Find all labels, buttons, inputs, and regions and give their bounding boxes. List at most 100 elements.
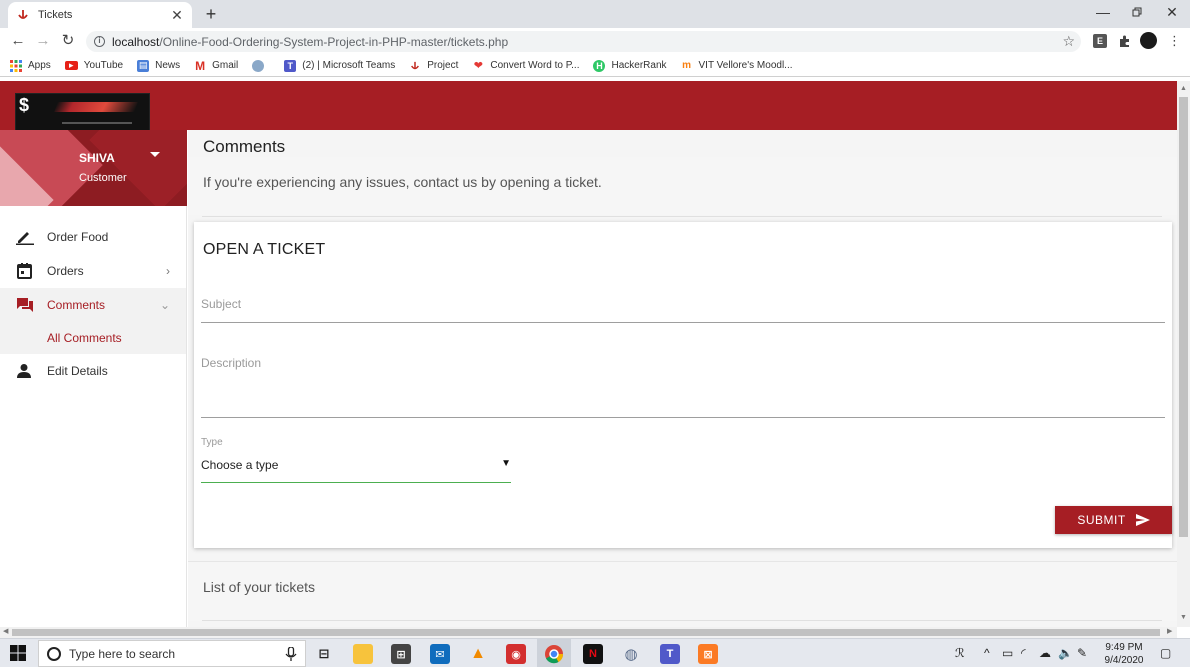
sidebar-item-label: All Comments <box>47 331 122 345</box>
bookmark-gmail[interactable]: M Gmail <box>194 59 238 73</box>
subject-input[interactable]: Subject <box>201 292 1165 323</box>
description-placeholder: Description <box>201 356 262 370</box>
url-path: /Online-Food-Ordering-System-Project-in-… <box>159 34 509 49</box>
youtube-icon: ▸ <box>64 60 78 70</box>
divider <box>202 216 1162 217</box>
type-select[interactable]: Choose a type ▼ <box>201 451 511 483</box>
user-profile-panel: SHIVA Customer <box>0 130 187 206</box>
app-header: $ <box>0 81 1177 131</box>
site-info-icon[interactable]: i <box>94 36 105 47</box>
file-explorer-icon[interactable] <box>353 644 373 664</box>
bookmark-hackerrank[interactable]: H HackerRank <box>593 59 667 72</box>
chrome-icon[interactable] <box>544 644 564 664</box>
scroll-up-icon[interactable]: ▲ <box>1180 85 1187 92</box>
submit-button[interactable]: SUBMIT <box>1055 506 1172 534</box>
sidebar-item-order-food[interactable]: Order Food <box>0 220 186 254</box>
sidebar: SHIVA Customer Order Food Orders › Comme… <box>0 130 187 627</box>
browser-menu-icon[interactable]: ⋮ <box>1168 34 1182 48</box>
subtitle-bar: If you're experiencing any issues, conta… <box>188 157 1177 215</box>
app-globe-icon[interactable]: ◍ <box>621 644 641 664</box>
taskbar-search-placeholder: Type here to search <box>69 646 176 661</box>
bookmark-teams[interactable]: T (2) | Microsoft Teams <box>284 59 395 72</box>
store-icon[interactable]: ⊞ <box>391 644 411 664</box>
bookmark-web[interactable] <box>252 59 270 72</box>
taskbar-search-input[interactable]: Type here to search <box>38 640 306 667</box>
web-icon <box>252 59 265 72</box>
restore-button[interactable] <box>1128 4 1146 22</box>
bookmark-apps[interactable]: Apps <box>10 59 51 72</box>
onedrive-cloud-icon[interactable]: ☁ <box>1039 646 1051 660</box>
extensions-puzzle-icon[interactable] <box>1118 34 1132 48</box>
windows-start-icon[interactable] <box>10 645 26 661</box>
browser-tab-bar: Tickets ✕ + — ✕ <box>0 0 1190 28</box>
tab-close-icon[interactable]: ✕ <box>170 7 184 24</box>
xampp-icon[interactable]: ⊠ <box>698 644 718 664</box>
page-subtitle: If you're experiencing any issues, conta… <box>203 174 602 190</box>
scroll-down-icon[interactable]: ▼ <box>1180 614 1187 621</box>
bookmark-star-icon[interactable]: ☆ <box>1062 33 1075 50</box>
dollar-logo-icon: $ <box>19 95 30 115</box>
whatsapp-icon[interactable]: ◉ <box>506 644 526 664</box>
show-hidden-icons-chevron-icon[interactable]: ^ <box>984 646 990 660</box>
clock-date: 9/4/2020 <box>1104 655 1144 666</box>
browser-tab[interactable]: Tickets ✕ <box>8 2 192 28</box>
bookmarks-bar: Apps ▸ YouTube ▤ News M Gmail T (2) | Mi… <box>0 55 1190 77</box>
close-window-button[interactable]: ✕ <box>1163 4 1181 22</box>
notifications-icon[interactable]: ▢ <box>1160 646 1171 660</box>
type-label: Type <box>201 437 223 448</box>
extension-e-icon[interactable]: E <box>1093 34 1107 48</box>
scrollbar-thumb[interactable] <box>1179 97 1188 537</box>
bookmark-convert[interactable]: ❤ Convert Word to P... <box>472 60 580 72</box>
comments-icon <box>16 297 34 313</box>
person-icon <box>16 363 34 379</box>
convert-icon: ❤ <box>473 60 483 72</box>
task-view-icon[interactable]: ⊟ <box>314 644 334 664</box>
sidebar-item-edit-details[interactable]: Edit Details <box>0 354 186 388</box>
address-bar[interactable]: i localhost/Online-Food-Ordering-System-… <box>86 31 1081 52</box>
bookmark-moodle[interactable]: m VIT Vellore's Moodl... <box>681 60 792 72</box>
mail-icon[interactable]: ✉ <box>430 644 450 664</box>
pen-icon[interactable]: ✎ <box>1077 646 1087 660</box>
calendar-icon <box>16 263 34 279</box>
news-icon: ▤ <box>137 59 150 72</box>
bookmark-news[interactable]: ▤ News <box>137 59 180 72</box>
profile-avatar[interactable] <box>1140 32 1157 49</box>
sidebar-item-label: Edit Details <box>47 364 108 378</box>
scroll-right-icon[interactable]: ▶ <box>1167 627 1172 635</box>
reload-icon[interactable]: ↻ <box>59 32 77 50</box>
sidebar-item-orders[interactable]: Orders › <box>0 254 186 288</box>
microphone-icon[interactable] <box>285 645 297 661</box>
vlc-icon[interactable]: ▲ <box>468 644 488 664</box>
hackerrank-icon: H <box>593 59 606 72</box>
form-title: OPEN A TICKET <box>203 241 326 258</box>
chevron-down-icon: ⌄ <box>159 298 170 312</box>
volume-icon[interactable]: 🔈 <box>1058 646 1073 660</box>
sidebar-item-label: Order Food <box>47 230 109 244</box>
sidebar-item-label: Comments <box>47 298 106 312</box>
forward-arrow-icon[interactable]: → <box>34 32 52 50</box>
battery-icon[interactable]: ▭ <box>1002 646 1013 660</box>
bookmark-youtube[interactable]: ▸ YouTube <box>64 60 123 71</box>
back-arrow-icon[interactable]: ← <box>9 32 27 50</box>
netflix-icon[interactable]: N <box>583 644 603 664</box>
tab-favicon-icon <box>16 8 30 22</box>
sidebar-item-all-comments[interactable]: All Comments <box>0 322 186 354</box>
teams-taskbar-icon[interactable]: T <box>660 644 680 664</box>
user-dropdown-caret-icon[interactable] <box>150 152 160 157</box>
scrollbar-thumb[interactable] <box>12 629 1160 636</box>
apps-grid-icon <box>10 59 22 72</box>
brand-logo[interactable]: $ <box>15 93 150 131</box>
vertical-scrollbar[interactable]: ▲ ▼ <box>1177 81 1190 627</box>
wifi-icon[interactable]: ◜ <box>1021 646 1026 660</box>
submit-label: SUBMIT <box>1077 513 1126 527</box>
minimize-button[interactable]: — <box>1094 4 1112 22</box>
bookmark-project[interactable]: Project <box>409 60 458 72</box>
scroll-left-icon[interactable]: ◀ <box>3 627 8 635</box>
system-clock[interactable]: 9:49 PM 9/4/2020 <box>1098 641 1150 667</box>
description-textarea[interactable]: Description <box>201 352 1165 418</box>
cortana-circle-icon <box>47 646 61 661</box>
sidebar-item-comments[interactable]: Comments ⌄ <box>0 288 186 322</box>
people-icon[interactable]: ℛ <box>955 646 965 660</box>
new-tab-button[interactable]: + <box>202 4 220 24</box>
horizontal-scrollbar[interactable]: ◀ ▶ <box>0 627 1177 638</box>
